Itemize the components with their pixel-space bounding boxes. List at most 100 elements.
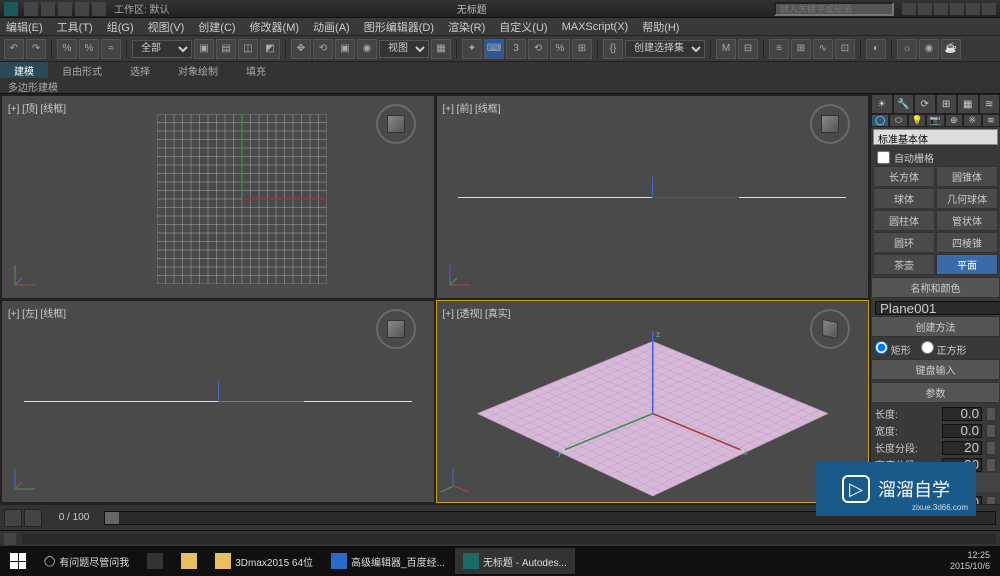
viewport-top[interactable]: [+] [顶] [线框] xyxy=(1,95,435,299)
cat-helpers-icon[interactable]: ⊕ xyxy=(945,114,963,127)
length-spinner[interactable] xyxy=(986,407,996,421)
menu-modifiers[interactable]: 修改器(M) xyxy=(250,19,300,35)
viewport-front-label[interactable]: [+] [前] [线框] xyxy=(443,100,501,115)
use-pivot-button[interactable]: ▦ xyxy=(431,39,451,59)
taskbar-explorer[interactable] xyxy=(173,548,205,574)
ref-coord-dropdown[interactable]: 视图 xyxy=(379,40,429,58)
ribbon-tab-modeling[interactable]: 建模 xyxy=(0,62,48,78)
track-bar[interactable] xyxy=(22,534,996,544)
viewcube-persp[interactable] xyxy=(810,309,850,349)
curve-editor-button[interactable]: ∿ xyxy=(813,39,833,59)
menu-group[interactable]: 组(G) xyxy=(107,19,134,35)
select-by-name-button[interactable]: ▤ xyxy=(216,39,236,59)
minimize-button[interactable] xyxy=(950,3,964,15)
bind-button[interactable]: ≈ xyxy=(101,39,121,59)
cat-cameras-icon[interactable]: 📷 xyxy=(926,114,944,127)
cat-shapes-icon[interactable]: ⬭ xyxy=(889,114,907,127)
select-region-button[interactable]: ◫ xyxy=(238,39,258,59)
lseg-spinner[interactable] xyxy=(986,441,996,455)
menu-rendering[interactable]: 渲染(R) xyxy=(448,19,485,35)
tab-utilities-icon[interactable]: 🔧 xyxy=(893,94,915,114)
taskbar-edge[interactable]: 高级编辑器_百度经... xyxy=(323,548,453,574)
system-clock[interactable]: 12:25 2015/10/6 xyxy=(942,550,998,572)
menu-help[interactable]: 帮助(H) xyxy=(642,19,679,35)
cat-space-warps-icon[interactable]: ※ xyxy=(963,114,981,127)
select-place-button[interactable]: ◉ xyxy=(357,39,377,59)
angle-snap-button[interactable]: ⟲ xyxy=(528,39,548,59)
viewport-left-label[interactable]: [+] [左] [线框] xyxy=(8,305,66,320)
close-button[interactable] xyxy=(982,3,996,15)
wseg-spinner[interactable] xyxy=(986,458,996,472)
cat-geometry-icon[interactable]: ◯ xyxy=(871,114,889,127)
tab-motion-icon[interactable]: ⟳ xyxy=(914,94,936,114)
maximize-button[interactable] xyxy=(966,3,980,15)
qat-save-icon[interactable] xyxy=(58,2,72,16)
radio-square[interactable]: 正方形 xyxy=(921,341,967,357)
align-button[interactable]: ⊟ xyxy=(738,39,758,59)
width-input[interactable] xyxy=(942,424,982,438)
tab-hierarchy-icon[interactable]: ⊞ xyxy=(936,94,958,114)
workspace-label[interactable]: 工作区: 默认 xyxy=(114,1,170,16)
rollout-parameters[interactable]: 参数 xyxy=(871,382,1000,403)
percent-snap-button[interactable]: % xyxy=(550,39,570,59)
tab-create-icon[interactable]: ≋ xyxy=(979,94,1000,114)
ribbon-tab-freeform[interactable]: 自由形式 xyxy=(48,62,116,78)
menu-tools[interactable]: 工具(T) xyxy=(57,19,93,35)
menu-create[interactable]: 创建(C) xyxy=(198,19,235,35)
select-rotate-button[interactable]: ⟲ xyxy=(313,39,333,59)
qat-redo-icon[interactable] xyxy=(92,2,106,16)
rendered-frame-button[interactable]: ◉ xyxy=(919,39,939,59)
btn-plane[interactable]: 平面 xyxy=(936,254,998,275)
snap-toggle-button[interactable]: 3 xyxy=(506,39,526,59)
viewport-top-label[interactable]: [+] [顶] [线框] xyxy=(8,100,66,115)
timeline-layout-icon[interactable] xyxy=(24,509,42,527)
taskbar-3dsmax-doc[interactable]: 无标题 - Autodes... xyxy=(455,548,575,574)
rollout-name-color[interactable]: 名称和颜色 xyxy=(871,277,1000,298)
btn-cylinder[interactable]: 圆柱体 xyxy=(873,210,935,231)
help-search-input[interactable] xyxy=(774,2,894,16)
spinner-snap-button[interactable]: ⊞ xyxy=(572,39,592,59)
named-selection-dropdown[interactable]: 创建选择集 xyxy=(625,40,705,58)
qat-open-icon[interactable] xyxy=(41,2,55,16)
taskbar-3dsmax[interactable]: 3Dmax2015 64位 xyxy=(207,548,321,574)
btn-teapot[interactable]: 茶壶 xyxy=(873,254,935,275)
menu-views[interactable]: 视图(V) xyxy=(148,19,185,35)
tab-display-icon[interactable]: ☀ xyxy=(871,94,893,114)
qat-new-icon[interactable] xyxy=(24,2,38,16)
help-icon[interactable] xyxy=(934,3,948,15)
cat-lights-icon[interactable]: 💡 xyxy=(908,114,926,127)
ribbon-tab-object-paint[interactable]: 对象绘制 xyxy=(164,62,232,78)
start-button[interactable] xyxy=(2,548,34,574)
notification-icon[interactable] xyxy=(902,3,916,15)
btn-cone[interactable]: 圆锥体 xyxy=(936,166,998,187)
select-move-button[interactable]: ✥ xyxy=(291,39,311,59)
ribbon-tab-selection[interactable]: 选择 xyxy=(116,62,164,78)
cat-systems-icon[interactable]: ≋ xyxy=(982,114,1000,127)
viewport-front[interactable]: [+] [前] [线框] xyxy=(436,95,870,299)
tab-modify-icon[interactable]: ▦ xyxy=(957,94,979,114)
layer-button[interactable]: ≡ xyxy=(769,39,789,59)
btn-box[interactable]: 长方体 xyxy=(873,166,935,187)
task-view-button[interactable] xyxy=(139,548,171,574)
schematic-view-button[interactable]: ⊡ xyxy=(835,39,855,59)
mirror-button[interactable]: M xyxy=(716,39,736,59)
window-crossing-button[interactable]: ◩ xyxy=(260,39,280,59)
viewport-persp-label[interactable]: [+] [透视] [真实] xyxy=(443,305,511,320)
btn-torus[interactable]: 圆环 xyxy=(873,232,935,253)
viewcube-top[interactable] xyxy=(376,104,416,144)
material-editor-button[interactable]: ◐ xyxy=(866,39,886,59)
rollout-creation-method[interactable]: 创建方法 xyxy=(871,316,1000,337)
viewport-left[interactable]: [+] [左] [线框] xyxy=(1,300,435,504)
timeline-config-icon[interactable] xyxy=(4,509,22,527)
viewport-perspective[interactable]: [+] [透视] [真实] z y x xyxy=(436,300,870,504)
edit-named-sel-button[interactable]: {} xyxy=(603,39,623,59)
menu-maxscript[interactable]: MAXScript(X) xyxy=(562,21,629,33)
select-object-button[interactable]: ▣ xyxy=(194,39,214,59)
geometry-category-dropdown[interactable]: 标准基本体 xyxy=(873,129,998,145)
status-lock-icon[interactable] xyxy=(4,533,16,545)
unlink-button[interactable]: % xyxy=(79,39,99,59)
qat-undo-icon[interactable] xyxy=(75,2,89,16)
lseg-input[interactable] xyxy=(942,441,982,455)
btn-sphere[interactable]: 球体 xyxy=(873,188,935,209)
viewcube-left[interactable] xyxy=(376,309,416,349)
